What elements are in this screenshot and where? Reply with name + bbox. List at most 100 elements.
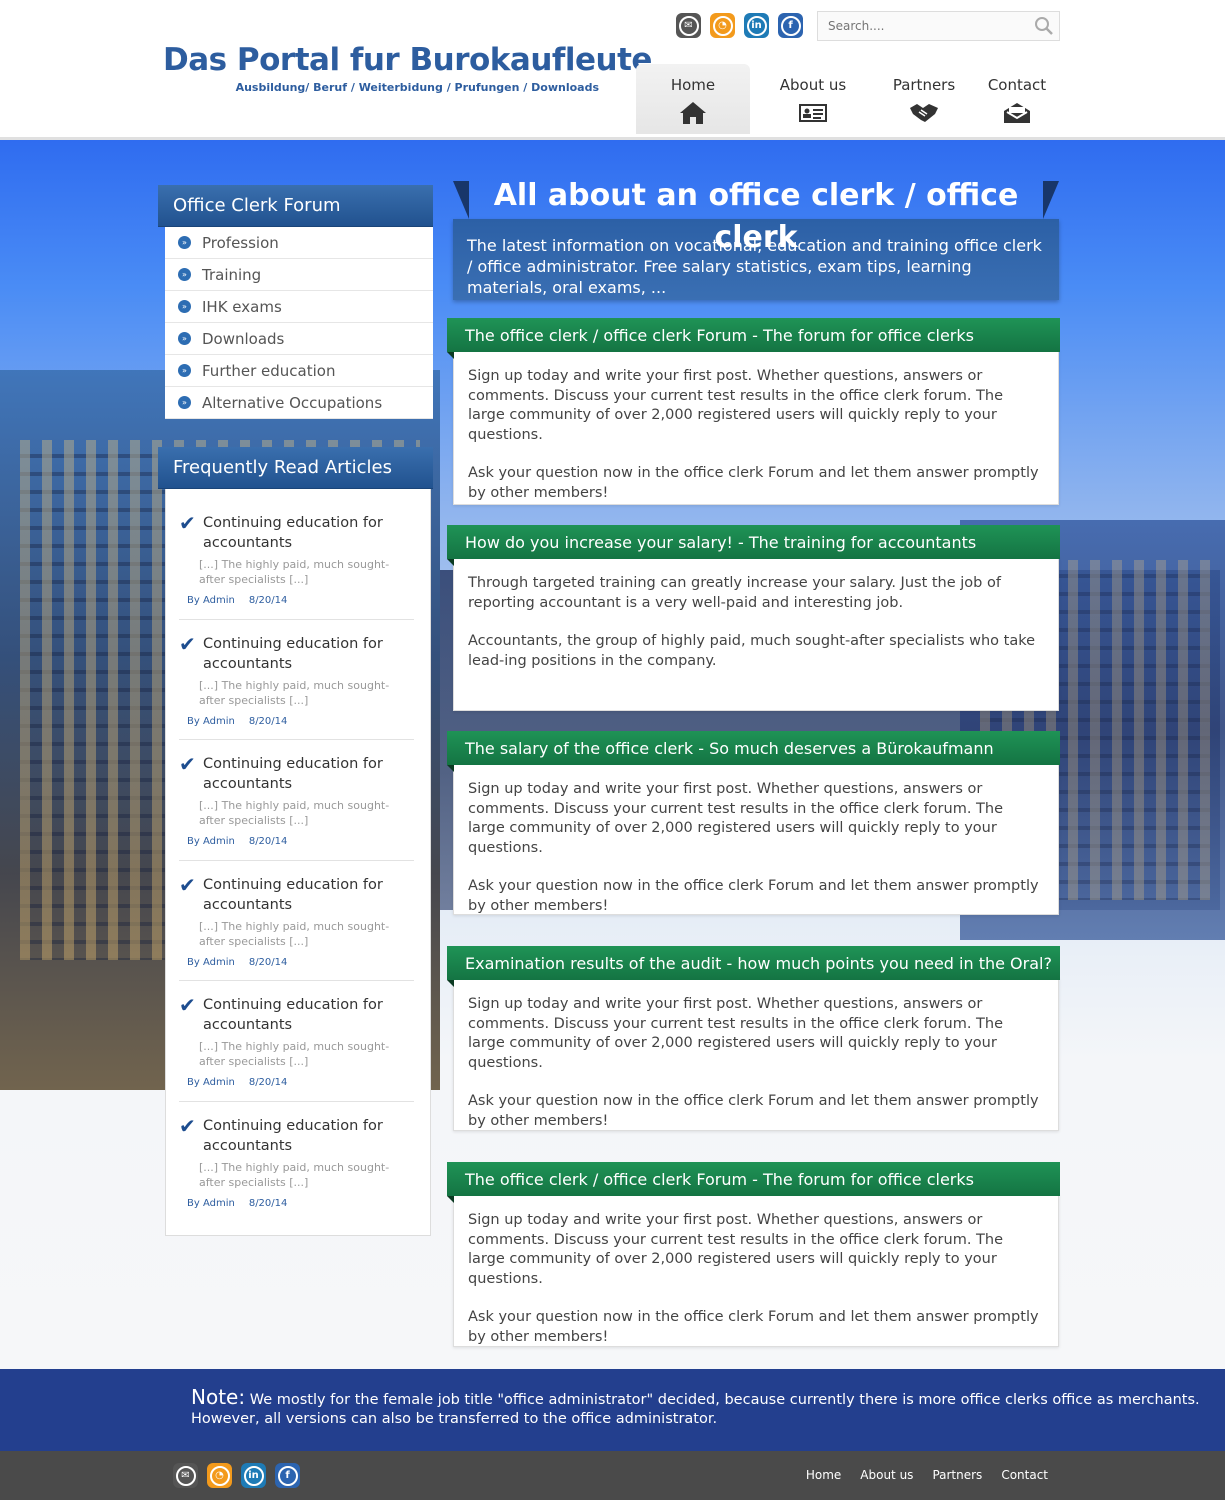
- note-banner: Note: We mostly for the female job title…: [0, 1369, 1225, 1451]
- article-title[interactable]: Continuing education for accountants: [203, 513, 414, 553]
- nav-partners[interactable]: Partners: [876, 64, 972, 134]
- content-card: How do you increase your salary! - The t…: [447, 525, 1060, 711]
- checkmark-icon: ✔: [179, 872, 196, 897]
- card-heading[interactable]: Examination results of the audit - how m…: [447, 946, 1060, 987]
- list-item[interactable]: ✔ Continuing education for accountants […: [179, 861, 414, 981]
- chevron-right-icon: »: [178, 332, 191, 345]
- header-social-links: ✉ ◔ in f: [676, 13, 803, 38]
- forum-item-profession[interactable]: » Profession: [165, 227, 433, 259]
- nav-contact[interactable]: Contact: [972, 64, 1062, 134]
- forum-item-label: IHK exams: [202, 297, 282, 316]
- article-author: By Admin: [187, 1077, 235, 1088]
- content-card: The office clerk / office clerk Forum - …: [447, 318, 1060, 505]
- list-item[interactable]: ✔ Continuing education for accountants […: [179, 981, 414, 1102]
- article-author: By Admin: [187, 595, 235, 606]
- search-input[interactable]: [818, 12, 1029, 40]
- article-date: 8/20/14: [248, 595, 288, 606]
- footer-link-home[interactable]: Home: [806, 1468, 841, 1482]
- list-item[interactable]: ✔ Continuing education for accountants […: [179, 740, 414, 861]
- rss-icon[interactable]: ◔: [710, 13, 735, 38]
- chevron-right-icon: »: [178, 268, 191, 281]
- nav-about-label: About us: [779, 76, 847, 94]
- footer-link-contact[interactable]: Contact: [1001, 1468, 1048, 1482]
- article-date: 8/20/14: [248, 1077, 288, 1088]
- envelope-icon: [1003, 100, 1031, 126]
- home-icon: [679, 100, 707, 126]
- article-date: 8/20/14: [248, 836, 288, 847]
- forum-item-downloads[interactable]: » Downloads: [165, 323, 433, 355]
- checkmark-icon: ✔: [179, 993, 196, 1017]
- chevron-right-icon: »: [178, 364, 191, 377]
- article-title[interactable]: Continuing education for accountants: [203, 754, 414, 794]
- checkmark-icon: ✔: [179, 1113, 196, 1138]
- forum-widget: Office Clerk Forum » Profession » Training…: [158, 185, 433, 419]
- card-paragraph: Sign up today and write your first post.…: [468, 368, 1004, 443]
- frequent-articles-title: Frequently Read Articles: [158, 447, 433, 489]
- article-title[interactable]: Continuing education for accountants: [203, 1116, 414, 1156]
- page-title: All about an office clerk / office clerk: [493, 178, 1019, 255]
- list-item[interactable]: ✔ Continuing education for accountants […: [179, 1102, 414, 1223]
- article-excerpt: [...] The highly paid, much sought-after…: [199, 558, 390, 586]
- nav-about[interactable]: About us: [750, 64, 876, 134]
- card-heading[interactable]: The office clerk / office clerk Forum - …: [447, 1162, 1060, 1203]
- site-logo-title[interactable]: Das Portal fur Burokaufleute: [163, 42, 652, 78]
- article-title[interactable]: Continuing education for accountants: [203, 875, 414, 915]
- note-text: We mostly for the female job title "offi…: [191, 1392, 1200, 1427]
- footer-link-about[interactable]: About us: [860, 1468, 913, 1482]
- rss-icon[interactable]: ◔: [207, 1463, 232, 1488]
- checkmark-icon: ✔: [179, 752, 196, 776]
- list-item[interactable]: ✔ Continuing education for accountants […: [179, 499, 414, 620]
- card-paragraph: Sign up today and write your first post.…: [468, 996, 1004, 1071]
- article-author: By Admin: [187, 715, 235, 727]
- forum-item-label: Downloads: [202, 329, 285, 348]
- main-nav: Home About us Partners Contact: [636, 64, 1062, 134]
- checkmark-icon: ✔: [179, 631, 196, 656]
- site-footer: ✉ ◔ in f Home About us Partners Contact: [0, 1451, 1225, 1500]
- linkedin-icon[interactable]: in: [744, 13, 769, 38]
- forum-item-further-education[interactable]: » Further education: [165, 355, 433, 387]
- content-card: Examination results of the audit - how m…: [447, 946, 1060, 1131]
- card-heading[interactable]: The office clerk / office clerk Forum - …: [447, 318, 1060, 359]
- site-header: Das Portal fur Burokaufleute Ausbildung/…: [0, 0, 1225, 140]
- nav-home[interactable]: Home: [636, 64, 750, 134]
- checkmark-icon: ✔: [179, 511, 196, 535]
- forum-item-label: Alternative Occupations: [202, 393, 383, 412]
- card-paragraph: Ask your question now in the office cler…: [468, 465, 1039, 501]
- nav-partners-label: Partners: [892, 76, 956, 94]
- search-icon[interactable]: [1029, 11, 1059, 41]
- linkedin-icon[interactable]: in: [241, 1463, 266, 1488]
- card-heading[interactable]: The salary of the office clerk - So much…: [447, 731, 1060, 772]
- facebook-icon[interactable]: f: [275, 1463, 300, 1488]
- chevron-right-icon: »: [178, 396, 191, 409]
- page-title-banner: All about an office clerk / office clerk: [453, 175, 1059, 255]
- facebook-icon[interactable]: f: [778, 13, 803, 38]
- frequent-articles-widget: Frequently Read Articles ✔ Continuing ed…: [158, 447, 433, 1236]
- handshake-icon: [909, 100, 939, 126]
- mail-icon[interactable]: ✉: [676, 13, 701, 38]
- article-title[interactable]: Continuing education for accountants: [203, 634, 414, 674]
- forum-item-label: Further education: [202, 361, 336, 380]
- article-excerpt: [...] The highly paid, much sought-after…: [199, 1040, 390, 1068]
- site-tagline: Ausbildung/ Beruf / Weiterbidung / Prufu…: [235, 81, 599, 94]
- content-card: The office clerk / office clerk Forum - …: [447, 1162, 1060, 1347]
- footer-link-partners[interactable]: Partners: [932, 1468, 982, 1482]
- article-title[interactable]: Continuing education for accountants: [203, 995, 414, 1035]
- footer-social-links: ✉ ◔ in f: [173, 1463, 300, 1488]
- article-excerpt: [...] The highly paid, much sought-after…: [199, 678, 390, 707]
- forum-category-list: » Profession » Training » IHK exams » Downlo…: [165, 227, 433, 419]
- article-date: 8/20/14: [248, 1197, 288, 1209]
- footer-nav: Home About us Partners Contact: [806, 1468, 1048, 1482]
- list-item[interactable]: ✔ Continuing education for accountants […: [179, 620, 414, 740]
- mail-icon[interactable]: ✉: [173, 1463, 198, 1488]
- card-paragraph: Ask your question now in the office cler…: [468, 878, 1039, 914]
- nav-contact-label: Contact: [987, 76, 1047, 94]
- forum-item-ihk-exams[interactable]: » IHK exams: [165, 291, 433, 323]
- article-author: By Admin: [187, 956, 235, 968]
- article-excerpt: [...] The highly paid, much sought-after…: [199, 919, 390, 948]
- chevron-right-icon: »: [178, 236, 191, 249]
- card-heading[interactable]: How do you increase your salary! - The t…: [447, 525, 1060, 566]
- article-author: By Admin: [187, 1197, 235, 1209]
- forum-item-training[interactable]: » Training: [165, 259, 433, 291]
- forum-item-alternative-occupations[interactable]: » Alternative Occupations: [165, 387, 433, 419]
- article-author: By Admin: [187, 836, 235, 847]
